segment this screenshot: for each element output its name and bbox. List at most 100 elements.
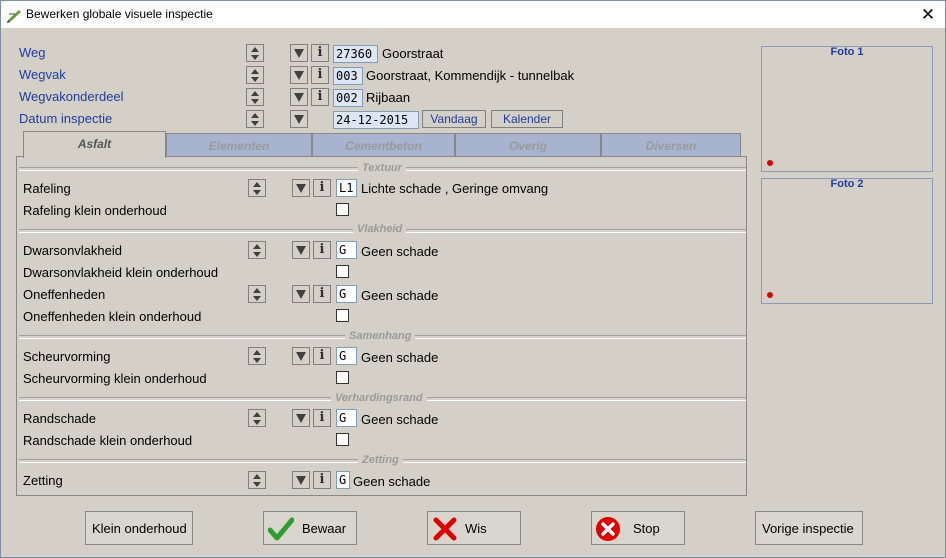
section-title-samenhang: Samenhang xyxy=(345,330,416,342)
stop-icon xyxy=(596,517,620,541)
dwarsonvlakheid-dropdown-button[interactable] xyxy=(292,241,310,259)
randschade-dropdown-button[interactable] xyxy=(292,409,310,427)
tab-elementen[interactable]: Elementen xyxy=(166,133,312,157)
randschade-klein-onderhoud-checkbox[interactable] xyxy=(336,433,349,446)
pencil-app-icon xyxy=(7,10,21,23)
weg-code-field[interactable]: 27360 xyxy=(333,45,378,63)
zetting-value: Geen schade xyxy=(353,474,431,489)
wegvakonderdeel-label: Wegvakonderdeel xyxy=(19,89,124,104)
oneffenheden-dropdown-button[interactable] xyxy=(292,285,310,303)
scheurvorming-dropdown-button[interactable] xyxy=(292,347,310,365)
oneffenheden-value: Geen schade xyxy=(361,288,439,303)
randschade-label: Randschade xyxy=(23,411,96,426)
red-x-icon xyxy=(433,517,457,541)
section-title-textuur: Textuur xyxy=(358,162,406,174)
rafeling-spinner[interactable] xyxy=(248,179,266,197)
weg-spinner[interactable] xyxy=(246,44,264,62)
wegvakonderdeel-dropdown-button[interactable] xyxy=(290,88,308,106)
scheurvorming-label: Scheurvorming xyxy=(23,349,111,364)
foto-1-indicator-dot xyxy=(767,160,773,166)
oneffenheden-label: Oneffenheden xyxy=(23,287,106,302)
bewaar-button-label: Bewaar xyxy=(302,521,347,536)
wegvakonderdeel-spinner[interactable] xyxy=(246,88,264,106)
wis-button-label: Wis xyxy=(465,521,487,536)
scheurvorming-info-button[interactable]: i xyxy=(313,347,331,365)
randschade-klein-onderhoud-label: Randschade klein onderhoud xyxy=(23,433,193,448)
dwarsonvlakheid-value: Geen schade xyxy=(361,244,439,259)
weg-info-button[interactable]: i xyxy=(311,44,329,62)
scheurvorming-klein-onderhoud-checkbox[interactable] xyxy=(336,371,349,384)
oneffenheden-spinner[interactable] xyxy=(248,285,266,303)
wis-button[interactable]: Wis xyxy=(427,511,521,545)
scheurvorming-code-field[interactable]: G xyxy=(336,347,357,365)
wegvak-spinner[interactable] xyxy=(246,66,264,84)
wegvakonderdeel-code-field[interactable]: 002 xyxy=(333,89,363,107)
tab-diversen[interactable]: Diversen xyxy=(601,133,741,157)
foto-1-title: Foto 1 xyxy=(830,46,864,58)
rafeling-dropdown-button[interactable] xyxy=(292,179,310,197)
wegvakonderdeel-info-button[interactable]: i xyxy=(311,88,329,106)
section-title-zetting: Zetting xyxy=(358,454,403,466)
bewaar-button[interactable]: Bewaar xyxy=(263,511,357,545)
foto-1-panel[interactable]: Foto 1 xyxy=(761,46,933,172)
close-icon[interactable]: ✕ xyxy=(911,1,945,28)
window-title: Bewerken globale visuele inspectie xyxy=(26,7,213,21)
klein-onderhoud-button-label: Klein onderhoud xyxy=(92,521,187,536)
stop-button-label: Stop xyxy=(633,521,660,536)
tab-cementbeton[interactable]: Cementbeton xyxy=(312,133,455,157)
oneffenheden-klein-onderhoud-label: Oneffenheden klein onderhoud xyxy=(23,309,202,324)
section-title-vlakheid: Vlakheid xyxy=(353,223,407,235)
foto-2-panel[interactable]: Foto 2 xyxy=(761,178,933,304)
datum-field[interactable]: 24-12-2015 xyxy=(333,111,419,129)
dwarsonvlakheid-info-button[interactable]: i xyxy=(313,241,331,259)
wegvak-info-button[interactable]: i xyxy=(311,66,329,84)
foto-2-title: Foto 2 xyxy=(830,178,864,190)
rafeling-label: Rafeling xyxy=(23,181,71,196)
dwarsonvlakheid-spinner[interactable] xyxy=(248,241,266,259)
scheurvorming-spinner[interactable] xyxy=(248,347,266,365)
wegvakonderdeel-value: Rijbaan xyxy=(366,90,411,105)
klein-onderhoud-button[interactable]: Klein onderhoud xyxy=(85,511,193,545)
datum-dropdown-button[interactable] xyxy=(290,110,308,128)
dwarsonvlakheid-label: Dwarsonvlakheid xyxy=(23,243,122,258)
vandaag-button[interactable]: Vandaag xyxy=(422,110,486,128)
weg-dropdown-button[interactable] xyxy=(290,44,308,62)
tab-overig[interactable]: Overig xyxy=(455,133,601,157)
rafeling-info-button[interactable]: i xyxy=(313,179,331,197)
datum-inspectie-label: Datum inspectie xyxy=(19,111,113,126)
rafeling-klein-onderhoud-label: Rafeling klein onderhoud xyxy=(23,203,167,218)
oneffenheden-klein-onderhoud-checkbox[interactable] xyxy=(336,309,349,322)
tab-asfalt[interactable]: Asfalt xyxy=(23,131,166,158)
section-title-verhardingsrand: Verhardingsrand xyxy=(331,392,427,404)
dialog-window: Bewerken globale visuele inspectie ✕ Weg… xyxy=(0,0,946,558)
wegvak-dropdown-button[interactable] xyxy=(290,66,308,84)
rafeling-code-field[interactable]: L1 xyxy=(336,179,357,197)
zetting-label: Zetting xyxy=(23,473,63,488)
randschade-spinner[interactable] xyxy=(248,409,266,427)
rafeling-value: Lichte schade , Geringe omvang xyxy=(361,181,549,196)
zetting-code-field[interactable]: G xyxy=(336,471,350,489)
randschade-value: Geen schade xyxy=(361,412,439,427)
weg-value: Goorstraat xyxy=(382,46,444,61)
dwarsonvlakheid-code-field[interactable]: G xyxy=(336,241,357,259)
kalender-button[interactable]: Kalender xyxy=(491,110,563,128)
oneffenheden-info-button[interactable]: i xyxy=(313,285,331,303)
dwarsonvlakheid-klein-onderhoud-label: Dwarsonvlakheid klein onderhoud xyxy=(23,265,219,280)
stop-button[interactable]: Stop xyxy=(591,511,685,545)
datum-spinner[interactable] xyxy=(246,110,264,128)
zetting-info-button[interactable]: i xyxy=(313,471,331,489)
zetting-dropdown-button[interactable] xyxy=(292,471,310,489)
vorige-inspectie-button[interactable]: Vorige inspectie xyxy=(755,511,863,545)
weg-label: Weg xyxy=(19,45,46,60)
wegvak-code-field[interactable]: 003 xyxy=(333,67,363,85)
oneffenheden-code-field[interactable]: G xyxy=(336,285,357,303)
randschade-info-button[interactable]: i xyxy=(313,409,331,427)
randschade-code-field[interactable]: G xyxy=(336,409,357,427)
rafeling-klein-onderhoud-checkbox[interactable] xyxy=(336,203,349,216)
dwarsonvlakheid-klein-onderhoud-checkbox[interactable] xyxy=(336,265,349,278)
zetting-spinner[interactable] xyxy=(248,471,266,489)
wegvak-label: Wegvak xyxy=(19,67,66,82)
foto-2-indicator-dot xyxy=(767,292,773,298)
scheurvorming-value: Geen schade xyxy=(361,350,439,365)
vorige-inspectie-button-label: Vorige inspectie xyxy=(762,521,854,536)
